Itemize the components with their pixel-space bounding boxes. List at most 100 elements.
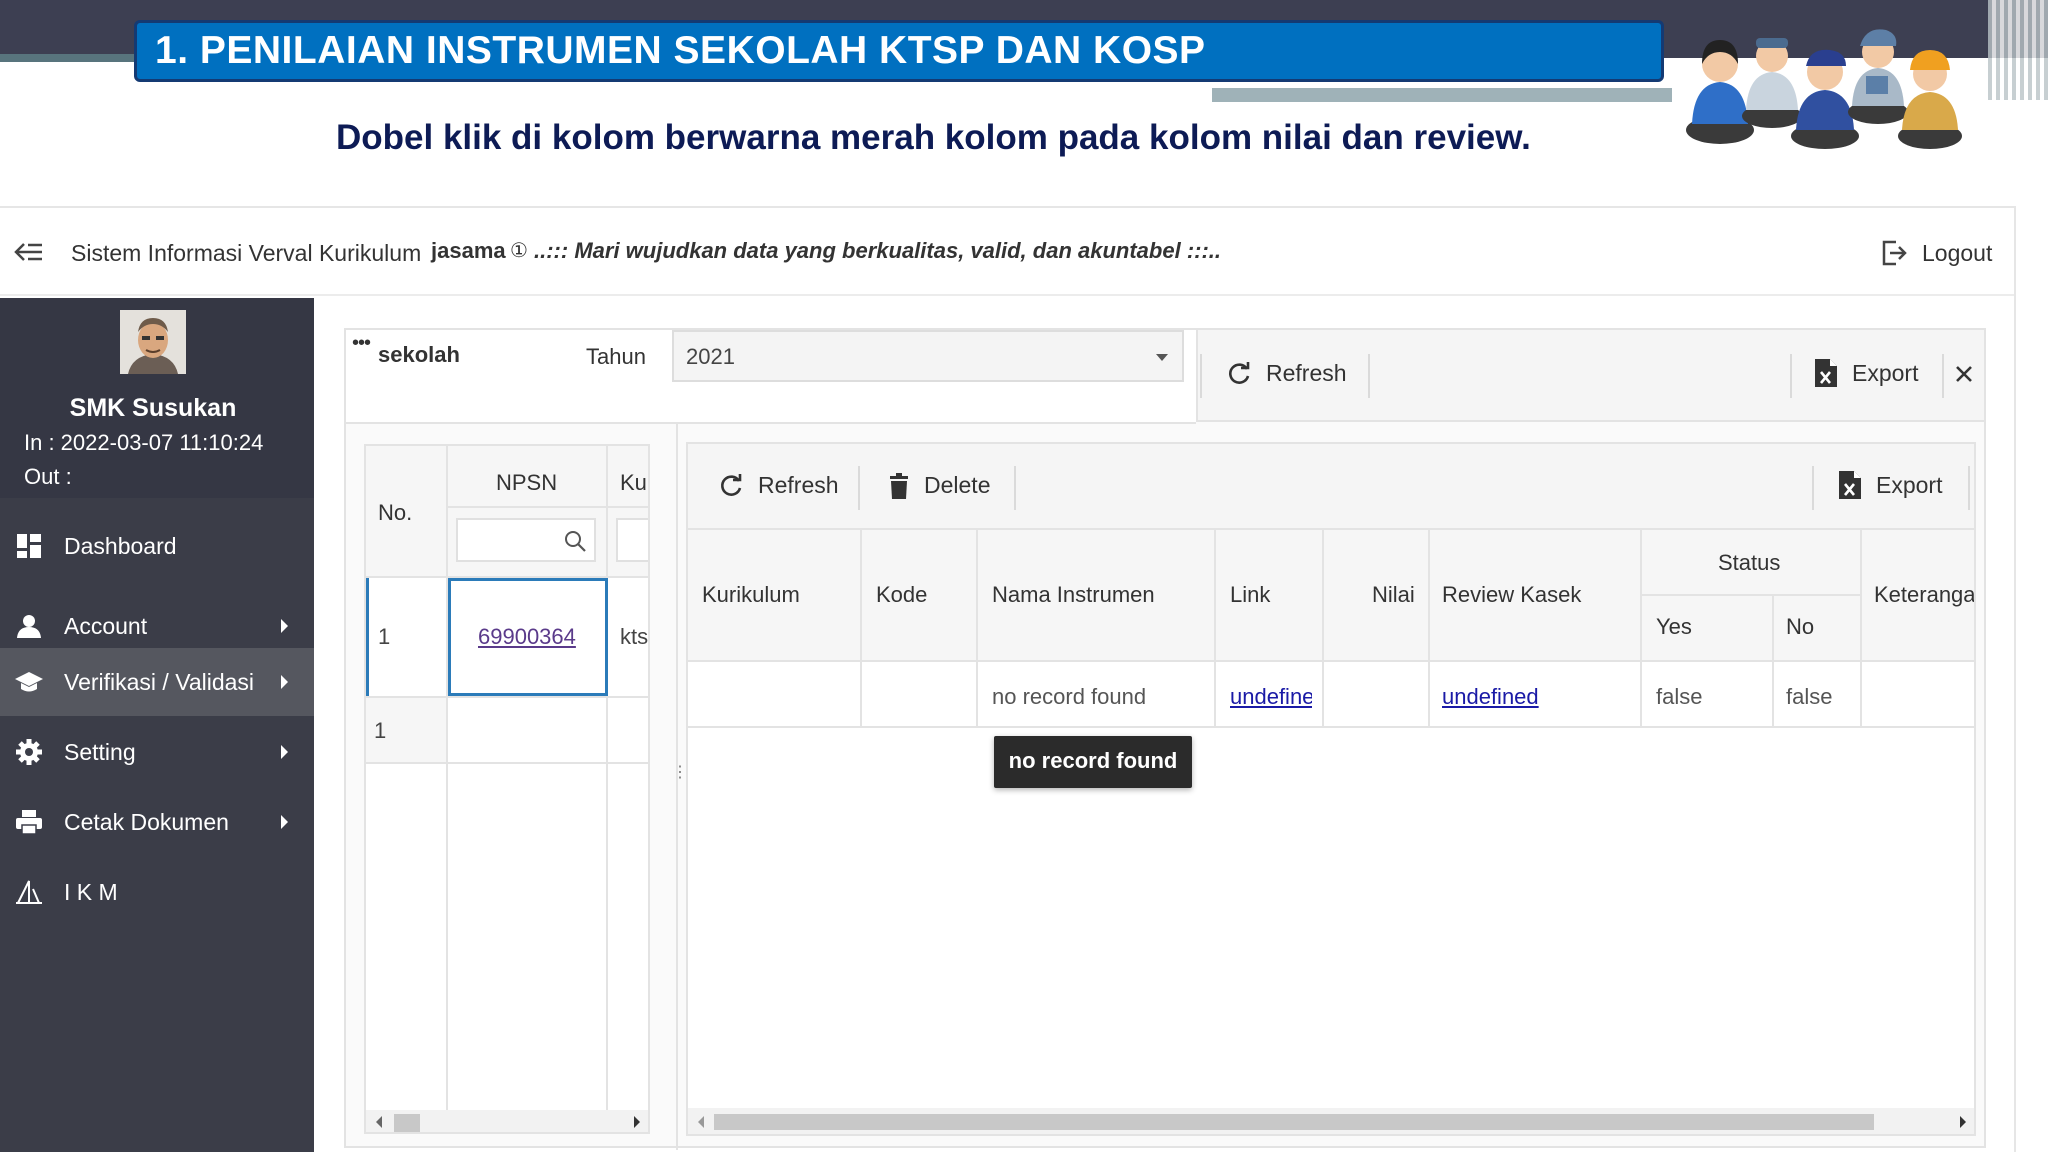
scroll-left-icon[interactable] [376,1116,382,1128]
column-header-npsn[interactable]: NPSN [496,470,557,496]
sidebar-item-verifikasi[interactable]: Verifikasi / Validasi [0,648,314,716]
slide-title: 1. PENILAIAN INSTRUMEN SEKOLAH KTSP DAN … [134,20,1664,82]
tahun-label: Tahun [586,344,646,369]
sidebar-item-label: I K M [64,878,118,905]
menu-toggle-icon[interactable] [14,240,44,264]
toolbar-separator [1968,466,1970,510]
refresh-label: Refresh [1266,360,1347,386]
instrument-panel: ••• sekolah Tahun 2021 Refresh Export No… [344,328,1986,1150]
review-link[interactable]: undefined [1442,684,1539,709]
kurikulum-filter-input[interactable] [616,518,648,562]
export-label: Export [1876,471,1943,498]
sidebar-item-ikm[interactable]: I K M [0,858,314,926]
sidebar-item-setting[interactable]: Setting [0,718,314,786]
scroll-thumb[interactable] [714,1114,1874,1130]
cell-link[interactable]: undefine [1230,684,1312,710]
caret-right-icon [281,619,288,633]
trash-icon [890,472,908,499]
column-header-keterangan[interactable]: Keteranga [1874,582,1974,608]
column-divider [1640,530,1642,726]
person-2 [1742,38,1802,128]
column-header-nama-instrumen[interactable]: Nama Instrumen [992,582,1155,608]
toolbar-separator [1200,354,1202,398]
search-icon [565,531,586,552]
login-out-time: Out : [24,464,72,489]
cell-status-no[interactable]: false [1786,684,1832,710]
no-record-tooltip: no record found [994,736,1192,788]
scroll-thumb[interactable] [394,1114,420,1132]
npsn-filter-input[interactable] [456,518,596,562]
sidebar-item-label: Account [64,612,148,639]
options-icon[interactable]: ••• [352,332,371,355]
column-header-review-kasek[interactable]: Review Kasek [1442,582,1581,608]
scroll-right-icon[interactable] [634,1116,640,1128]
info-icon[interactable]: ① [510,238,528,263]
survey-icon [14,877,44,907]
instrument-grid-header: Kurikulum Kode Nama Instrumen Link Nilai… [688,530,1974,662]
column-divider [1214,530,1216,726]
sidebar-item-dashboard[interactable]: Dashboard [0,512,314,580]
username: jasama [431,238,506,263]
row-divider [366,762,648,764]
footer-count: 1 [374,718,387,743]
export-button[interactable]: Export [1814,358,1918,388]
refresh-icon [721,473,742,496]
app-title: Sistem Informasi Verval Kurikulum [71,240,422,266]
logout-button[interactable]: Logout [1880,236,1992,270]
scroll-left-icon[interactable] [698,1116,704,1128]
cell-status-yes[interactable]: false [1656,684,1702,710]
slide-stage: 1. PENILAIAN INSTRUMEN SEKOLAH KTSP DAN … [0,0,2048,1152]
sidebar-item-label: Cetak Dokumen [64,808,229,835]
graduation-cap-icon [14,667,44,697]
column-header-kode[interactable]: Kode [876,582,927,608]
sidebar-item-cetak-dokumen[interactable]: Cetak Dokumen [0,788,314,856]
selected-cell-highlight [448,578,608,696]
person-4 [1848,29,1908,124]
scroll-right-icon[interactable] [1960,1116,1966,1128]
column-header-no[interactable]: No. [378,500,412,526]
person-5 [1898,50,1962,149]
export-button[interactable]: Export [1838,470,1942,500]
horizontal-scrollbar[interactable] [366,1110,648,1132]
delete-button[interactable]: Delete [888,472,990,499]
close-icon[interactable] [1954,364,1974,384]
app-window: Sistem Informasi Verval Kurikulum jasama… [0,206,2016,1152]
banner-decoration [1988,0,2048,100]
sekolah-label: sekolah [378,342,460,367]
logout-icon [1882,240,1907,266]
column-header-nilai[interactable]: Nilai [1372,582,1415,608]
tahun-select[interactable]: 2021 [672,330,1184,382]
column-header-status[interactable]: Status [1718,550,1780,576]
sidebar-item-label: Dashboard [64,532,177,559]
school-grid: No. NPSN Kur 1 69900364 kts [364,444,650,1134]
excel-icon [1815,359,1837,387]
cell-review-kasek[interactable]: undefined [1442,684,1539,710]
column-header-yes[interactable]: Yes [1656,614,1692,640]
refresh-icon [1229,361,1250,384]
toolbar-separator [1368,354,1370,398]
column-header-no[interactable]: No [1786,614,1814,640]
header-divider [1642,594,1862,596]
delete-label: Delete [924,472,991,498]
marquee-text: ..::: Mari wujudkan data yang berkualita… [534,238,1222,263]
column-header-link[interactable]: Link [1230,582,1270,608]
instrument-toolbar: Refresh Delete Export [688,444,1974,530]
caret-right-icon [281,675,288,689]
column-header-kurikulum[interactable]: Kur [620,470,648,496]
person-3 [1791,49,1859,149]
cell-nama-instrumen[interactable]: no record found [992,684,1146,710]
sidebar: SMK Susukan In : 2022-03-07 11:10:24 Out… [0,298,314,1152]
chevron-down-icon [1156,354,1168,361]
user-icon [14,611,44,641]
sidebar-item-label: Setting [64,738,136,765]
instrument-link[interactable]: undefine [1230,684,1312,709]
row-no: 1 [378,624,391,649]
column-divider [860,530,862,726]
refresh-button[interactable]: Refresh [718,472,839,499]
refresh-button[interactable]: Refresh [1226,360,1347,387]
column-divider [976,530,978,726]
column-header-kurikulum[interactable]: Kurikulum [702,582,800,608]
panel-splitter[interactable] [676,424,678,1150]
horizontal-scrollbar[interactable] [688,1108,1974,1134]
column-divider [606,446,608,1110]
